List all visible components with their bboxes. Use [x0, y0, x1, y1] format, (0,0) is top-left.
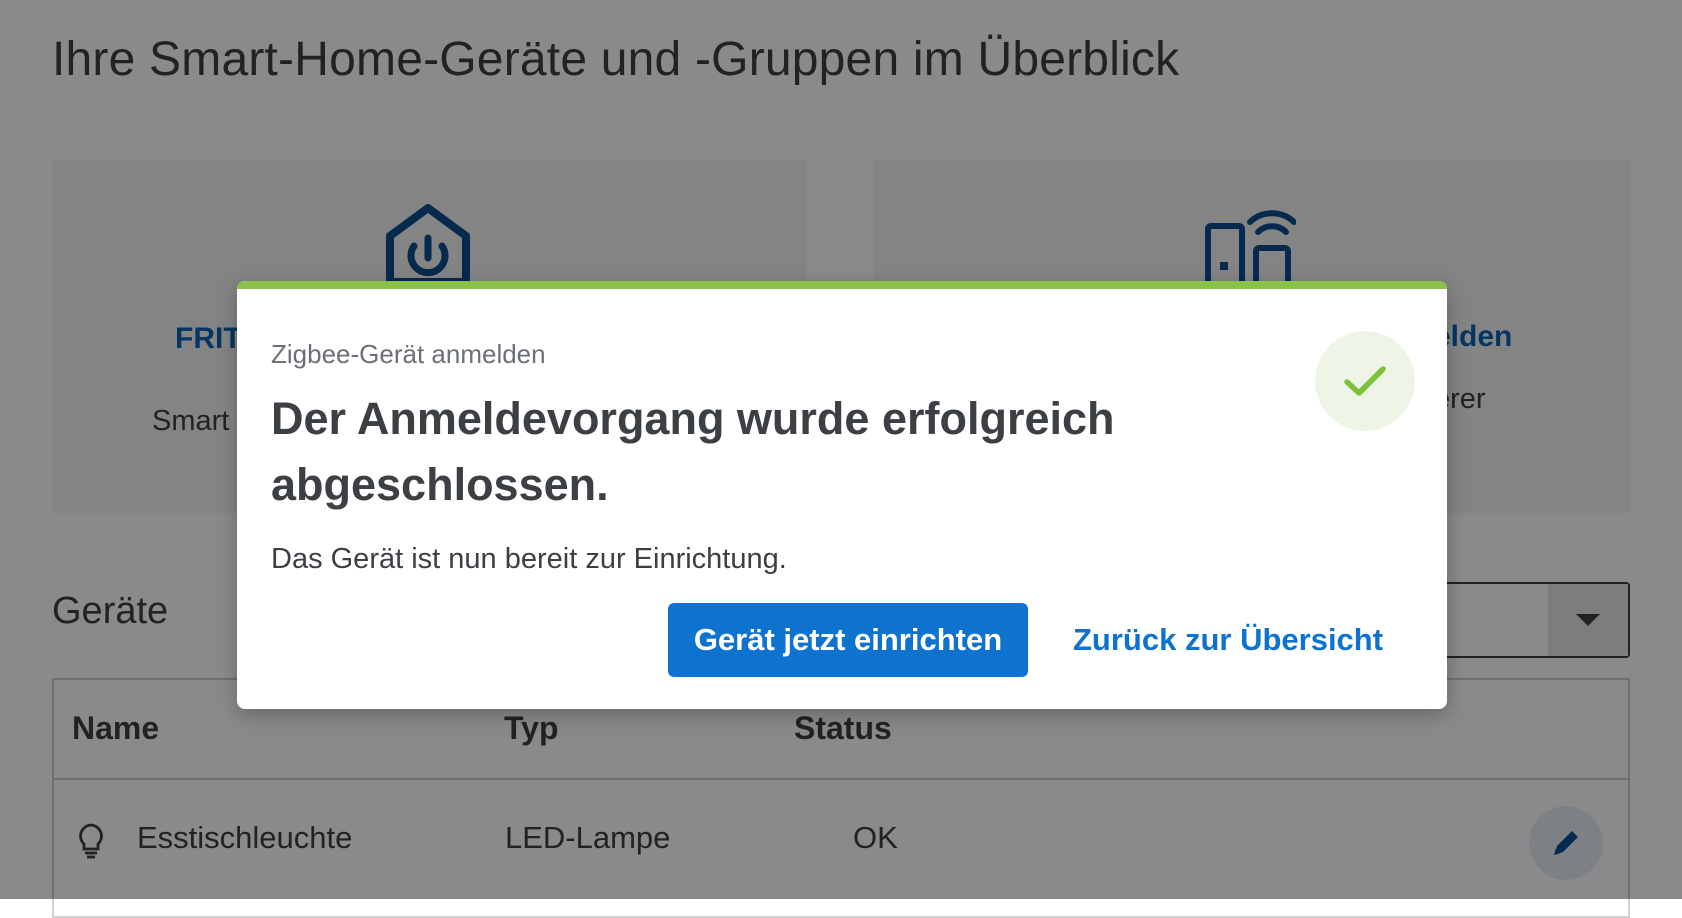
pairing-success-dialog: Zigbee-Gerät anmelden Der Anmeldevorgang…: [237, 281, 1447, 709]
dialog-overline: Zigbee-Gerät anmelden: [271, 339, 546, 369]
success-accent-bar: [237, 281, 1447, 289]
back-to-overview-button[interactable]: Zurück zur Übersicht: [1067, 603, 1389, 677]
dialog-text: Das Gerät ist nun bereit zur Einrichtung…: [271, 543, 787, 575]
dialog-headline: Der Anmeldevorgang wurde erfolgreich abg…: [271, 393, 1115, 510]
checkmark-icon: [1344, 366, 1386, 396]
success-badge: [1315, 331, 1415, 431]
setup-device-button[interactable]: Gerät jetzt einrichten: [668, 603, 1028, 677]
